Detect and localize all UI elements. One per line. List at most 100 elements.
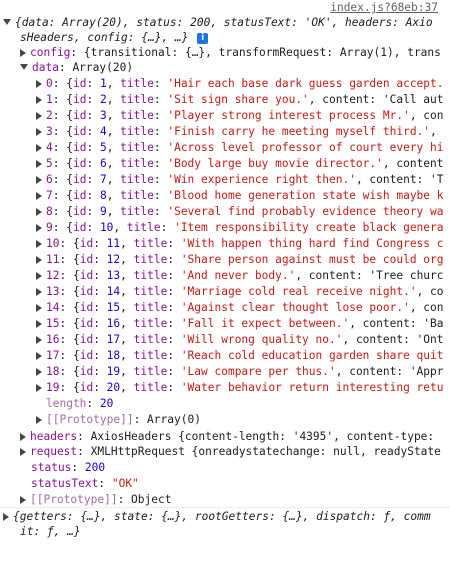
item-title: 'Against clear thought lose poor.' — [180, 301, 410, 314]
item-id: 3 — [99, 109, 107, 122]
property-request[interactable]: request: XMLHttpRequest {onreadystatecha… — [20, 444, 441, 460]
item-index: 17 — [46, 349, 60, 362]
item-title: 'Sit sign share you.' — [167, 93, 309, 106]
caret-right-icon[interactable] — [20, 496, 26, 504]
property-data[interactable]: data: Array(20) — [20, 60, 133, 76]
item-rest: , content: 'Tree churc — [295, 269, 444, 282]
caret-right-icon[interactable] — [3, 513, 9, 521]
item-index: 1 — [46, 93, 53, 106]
item-title: 'Will wrong quality no.' — [180, 333, 343, 346]
caret-right-icon[interactable] — [36, 112, 42, 120]
item-rest: , content: 'Ont — [342, 333, 444, 346]
caret-right-icon[interactable] — [36, 240, 42, 248]
item-index: 14 — [46, 301, 60, 314]
data-item-row[interactable]: 0: {id: 1, title: 'Hair each base dark g… — [36, 76, 444, 92]
item-id: 18 — [106, 349, 121, 362]
item-id: 9 — [99, 205, 107, 218]
item-title: 'Blood home generation state wish maybe … — [167, 189, 444, 202]
item-id: 15 — [106, 301, 121, 314]
data-item-row[interactable]: 1: {id: 2, title: 'Sit sign share you.',… — [36, 92, 444, 108]
data-item-row[interactable]: 5: {id: 6, title: 'Body large buy movie … — [36, 156, 444, 172]
caret-right-icon[interactable] — [36, 224, 42, 232]
data-item-row[interactable]: 7: {id: 8, title: 'Blood home generation… — [36, 188, 444, 204]
caret-right-icon[interactable] — [20, 448, 26, 456]
caret-right-icon[interactable] — [20, 49, 26, 57]
data-item-row[interactable]: 12: {id: 13, title: 'And never body.', c… — [36, 268, 444, 284]
caret-right-icon[interactable] — [36, 304, 42, 312]
caret-right-icon[interactable] — [36, 320, 42, 328]
data-item-row[interactable]: 9: {id: 10, title: 'Item responsibility … — [36, 220, 444, 236]
data-item-row[interactable]: 16: {id: 17, title: 'Will wrong quality … — [36, 332, 444, 348]
item-rest: , content: 'Appr — [335, 365, 444, 378]
caret-right-icon[interactable] — [36, 384, 42, 392]
data-item-row[interactable]: 8: {id: 9, title: 'Several find probably… — [36, 204, 444, 220]
data-item-row[interactable]: 6: {id: 7, title: 'Win experience right … — [36, 172, 444, 188]
caret-right-icon[interactable] — [36, 336, 42, 344]
response-summary[interactable]: {data: Array(20), status: 200, statusTex… — [3, 15, 433, 31]
property-status: status: 200 — [31, 461, 106, 474]
item-index: 15 — [46, 317, 60, 330]
response-summary-text: {data: Array(20), status: 200, statusTex… — [15, 16, 433, 29]
data-item-row[interactable]: 17: {id: 18, title: 'Reach cold educatio… — [36, 348, 444, 364]
store-summary[interactable]: {getters: {…}, state: {…}, rootGetters: … — [3, 509, 431, 525]
caret-right-icon[interactable] — [36, 272, 42, 280]
item-rest: , con — [409, 301, 444, 314]
item-rest: , content: 'Call aut — [308, 93, 444, 106]
property-length: length: 20 — [46, 397, 114, 410]
property-config[interactable]: config: {transitional: {…}, transformReq… — [20, 45, 441, 61]
property-object-prototype[interactable]: [[Prototype]]: Object — [20, 492, 171, 508]
item-id: 14 — [106, 285, 121, 298]
caret-right-icon[interactable] — [36, 96, 42, 104]
response-summary-cont: sHeaders, config: {…}, …} i — [20, 30, 209, 46]
data-item-row[interactable]: 4: {id: 5, title: 'Across level professo… — [36, 140, 444, 156]
item-title: 'And never body.' — [180, 269, 296, 282]
data-item-row[interactable]: 15: {id: 16, title: 'Fall it expect betw… — [36, 316, 444, 332]
caret-right-icon[interactable] — [36, 256, 42, 264]
caret-right-icon[interactable] — [36, 208, 42, 216]
caret-right-icon[interactable] — [36, 80, 42, 88]
item-rest: , content — [382, 157, 444, 170]
item-index: 12 — [46, 269, 60, 282]
caret-right-icon[interactable] — [20, 433, 26, 441]
data-item-row[interactable]: 2: {id: 3, title: 'Player strong interes… — [36, 108, 444, 124]
item-title: 'Item responsibility create black genera — [174, 221, 444, 234]
item-index: 0 — [46, 77, 53, 90]
data-item-row[interactable]: 10: {id: 11, title: 'With happen thing h… — [36, 236, 444, 252]
caret-right-icon[interactable] — [36, 352, 42, 360]
caret-right-icon[interactable] — [36, 176, 42, 184]
caret-right-icon[interactable] — [36, 416, 42, 424]
caret-right-icon[interactable] — [36, 192, 42, 200]
item-index: 10 — [46, 237, 60, 250]
data-item-row[interactable]: 13: {id: 14, title: 'Marriage cold real … — [36, 284, 444, 300]
item-id: 16 — [106, 317, 121, 330]
caret-down-icon[interactable] — [3, 19, 11, 25]
item-title: 'Hair each base dark guess garden accept… — [167, 77, 444, 90]
caret-right-icon[interactable] — [36, 144, 42, 152]
item-id: 12 — [106, 253, 121, 266]
property-headers[interactable]: headers: AxiosHeaders {content-length: '… — [20, 429, 434, 445]
item-index: 3 — [46, 125, 53, 138]
data-item-row[interactable]: 18: {id: 19, title: 'Law compare per thu… — [36, 364, 444, 380]
source-link[interactable]: index.js?68eb:37 — [330, 1, 438, 15]
caret-right-icon[interactable] — [36, 160, 42, 168]
data-item-row[interactable]: 14: {id: 15, title: 'Against clear thoug… — [36, 300, 444, 316]
caret-right-icon[interactable] — [36, 128, 42, 136]
item-index: 4 — [46, 141, 53, 154]
caret-down-icon[interactable] — [20, 64, 28, 70]
property-array-prototype[interactable]: [[Prototype]]: Array(0) — [36, 412, 201, 428]
data-item-row[interactable]: 3: {id: 4, title: 'Finish carry he meeti… — [36, 124, 437, 140]
caret-right-icon[interactable] — [36, 368, 42, 376]
item-title: 'Player strong interest process Mr.' — [167, 109, 410, 122]
item-title: 'Body large buy movie director.' — [167, 157, 383, 170]
item-title: 'Water behavior return interesting retu — [180, 381, 444, 394]
item-index: 9 — [46, 221, 53, 234]
data-item-row[interactable]: 11: {id: 12, title: 'Share person agains… — [36, 252, 444, 268]
item-index: 16 — [46, 333, 60, 346]
info-icon[interactable]: i — [197, 32, 209, 44]
item-rest: , co — [416, 285, 444, 298]
item-id: 8 — [99, 189, 107, 202]
data-item-row[interactable]: 19: {id: 20, title: 'Water behavior retu… — [36, 380, 444, 396]
caret-right-icon[interactable] — [36, 288, 42, 296]
item-id: 17 — [106, 333, 121, 346]
item-id: 5 — [99, 141, 107, 154]
